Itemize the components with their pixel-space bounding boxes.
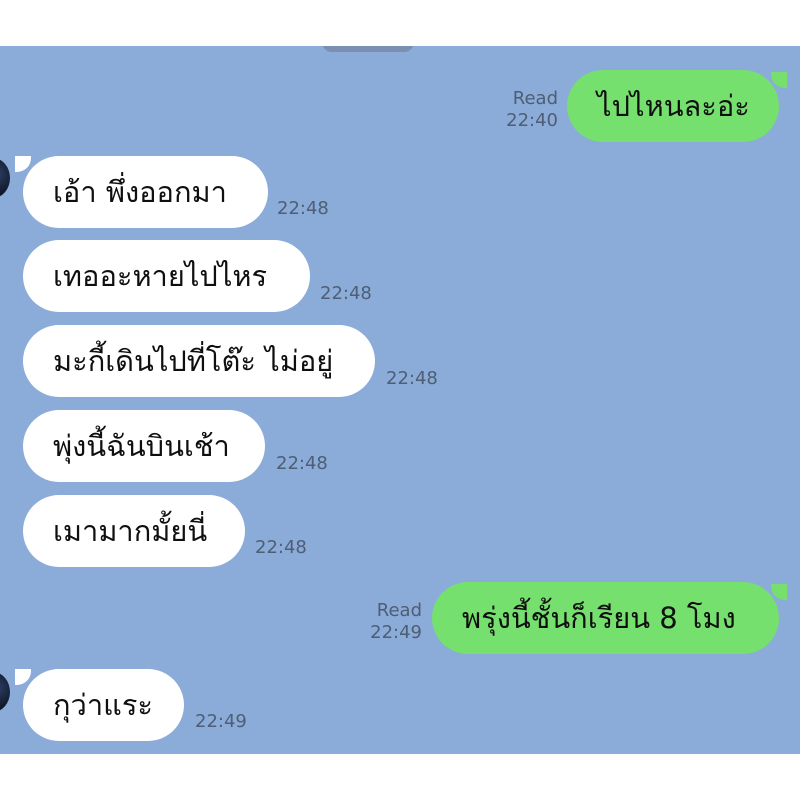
message-text: เทออะหายไปไหร xyxy=(53,259,268,293)
outgoing-message-bubble[interactable]: พรุ่งนี้ชั้นก็เรียน 8 โมง xyxy=(432,582,779,654)
bubble-tail xyxy=(15,156,31,172)
incoming-message-bubble[interactable]: พุ่งนี้ฉันบินเช้า xyxy=(23,410,265,482)
contact-avatar[interactable] xyxy=(0,672,10,712)
chat-area[interactable]: Read 22:40 ไปไหนละอ่ะ เอ้า พึ่งออกมา 22:… xyxy=(0,46,800,754)
message-text: เอ้า พึ่งออกมา xyxy=(53,175,227,209)
message-text: เมามากมั้ยนี่ xyxy=(53,514,208,548)
incoming-message-bubble[interactable]: เทออะหายไปไหร xyxy=(23,240,310,312)
message-text: ไปไหนละอ่ะ xyxy=(597,89,750,123)
message-text: มะกี้เดินไปที่โต๊ะ ไม่อยู่ xyxy=(53,344,334,378)
bubble-tail xyxy=(771,72,787,88)
message-text: พุ่งนี้ฉันบินเช้า xyxy=(53,429,230,463)
contact-avatar[interactable] xyxy=(0,158,10,198)
incoming-message-bubble[interactable]: มะกี้เดินไปที่โต๊ะ ไม่อยู่ xyxy=(23,325,375,397)
read-status: Read xyxy=(376,600,422,621)
bubble-tail xyxy=(15,669,31,685)
pull-handle xyxy=(322,46,414,52)
message-time: 22:49 xyxy=(370,622,422,643)
outgoing-message-bubble[interactable]: ไปไหนละอ่ะ xyxy=(567,70,779,142)
message-time: 22:48 xyxy=(276,453,328,474)
message-meta: Read 22:49 xyxy=(344,600,422,644)
message-time: 22:40 xyxy=(506,110,558,131)
message-time: 22:48 xyxy=(277,198,329,219)
bottom-margin xyxy=(0,754,800,800)
incoming-message-bubble[interactable]: เอ้า พึ่งออกมา xyxy=(23,156,268,228)
bubble-tail xyxy=(771,584,787,600)
message-time: 22:49 xyxy=(195,711,247,732)
message-text: พรุ่งนี้ชั้นก็เรียน 8 โมง xyxy=(462,601,736,635)
message-text: กุว่าแระ xyxy=(53,688,153,722)
message-time: 22:48 xyxy=(320,283,372,304)
read-status: Read xyxy=(512,88,558,109)
message-meta: Read 22:40 xyxy=(480,88,558,132)
incoming-message-bubble[interactable]: กุว่าแระ xyxy=(23,669,184,741)
incoming-message-bubble[interactable]: เมามากมั้ยนี่ xyxy=(23,495,245,567)
message-time: 22:48 xyxy=(255,537,307,558)
message-time: 22:48 xyxy=(386,368,438,389)
